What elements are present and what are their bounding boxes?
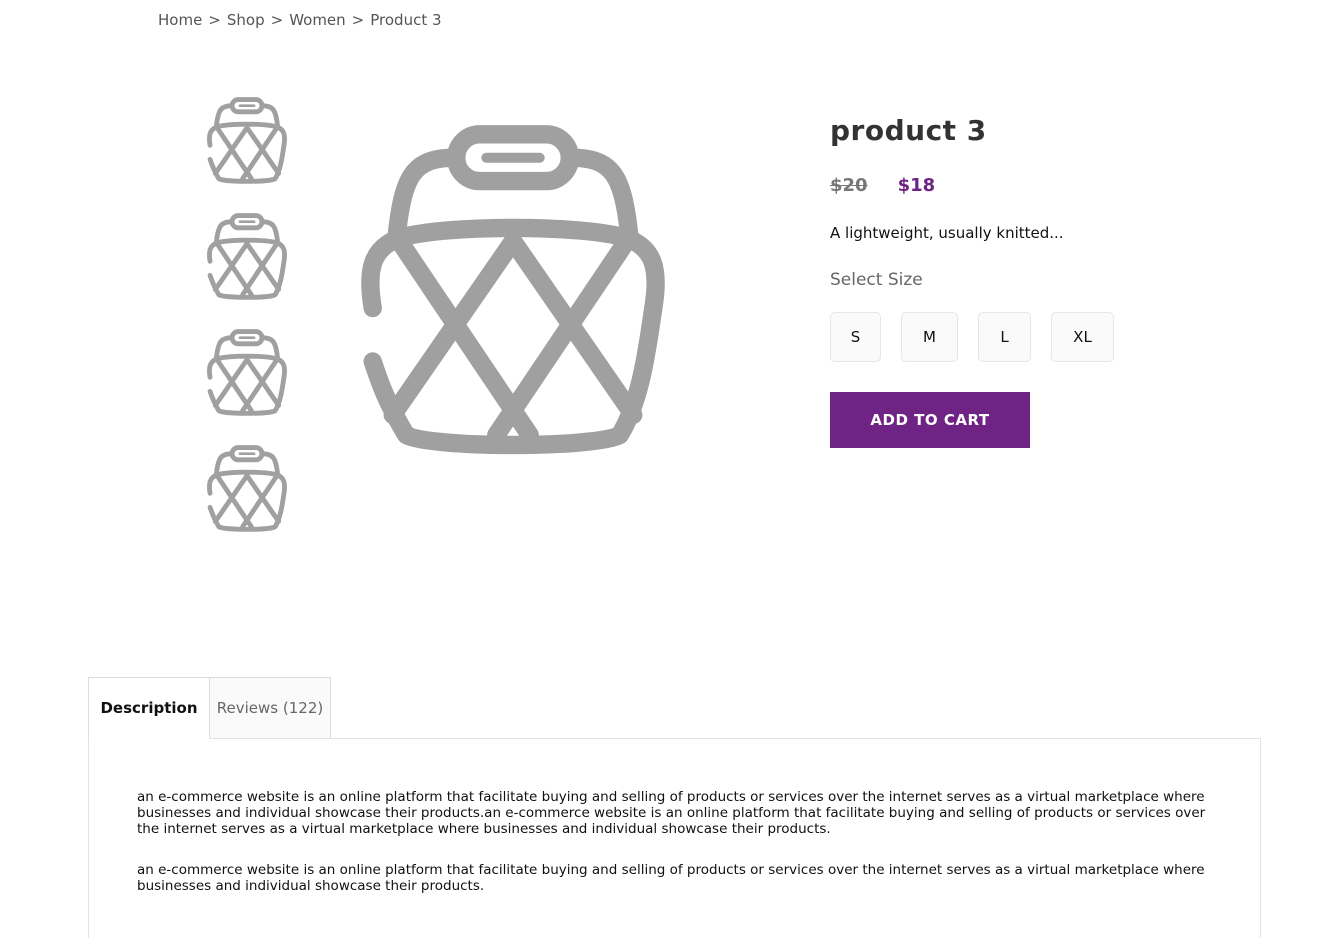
tab-reviews[interactable]: Reviews (122) [209,677,331,739]
size-s-button[interactable]: S [830,312,881,362]
basket-icon [203,328,291,416]
price-group: $20 $18 [830,175,1280,196]
size-label: Select Size [830,270,923,290]
thumbnail-list [203,96,291,560]
breadcrumb-separator: > [208,11,221,29]
size-l-button[interactable]: L [978,312,1031,362]
breadcrumb-separator: > [351,11,365,29]
breadcrumb-women[interactable]: Women [289,11,345,29]
description-paragraph: an e-commerce website is an online platf… [137,789,1206,837]
tab-description[interactable]: Description [88,677,210,739]
breadcrumb-home[interactable]: Home [158,11,202,29]
thumbnail-2[interactable] [203,212,291,300]
basket-icon [346,120,680,456]
old-price: $20 [830,175,868,196]
description-paragraph: an e-commerce website is an online platf… [137,862,1205,894]
thumbnail-3[interactable] [203,328,291,416]
breadcrumb-separator: > [270,11,284,29]
product-info: product 3 $20 $18 A lightweight, usually… [830,114,1280,448]
description-panel: an e-commerce website is an online platf… [88,738,1261,938]
thumbnail-4[interactable] [203,444,291,532]
breadcrumb: Home > Shop > Women > Product 3 [158,11,442,29]
size-xl-button[interactable]: XL [1051,312,1114,362]
breadcrumb-shop[interactable]: Shop [227,11,265,29]
product-tabs: Description Reviews (122) [88,677,331,739]
basket-icon [203,96,291,184]
add-to-cart-button[interactable]: ADD TO CART [830,392,1030,448]
product-title: product 3 [830,114,987,147]
short-description: A lightweight, usually knitted... [830,224,1064,242]
basket-icon [203,212,291,300]
breadcrumb-current: Product 3 [370,11,442,29]
basket-icon [203,444,291,532]
size-m-button[interactable]: M [901,312,958,362]
size-options: S M L XL [830,312,1280,362]
main-product-image [346,120,680,456]
thumbnail-1[interactable] [203,96,291,184]
sale-price: $18 [897,175,936,196]
